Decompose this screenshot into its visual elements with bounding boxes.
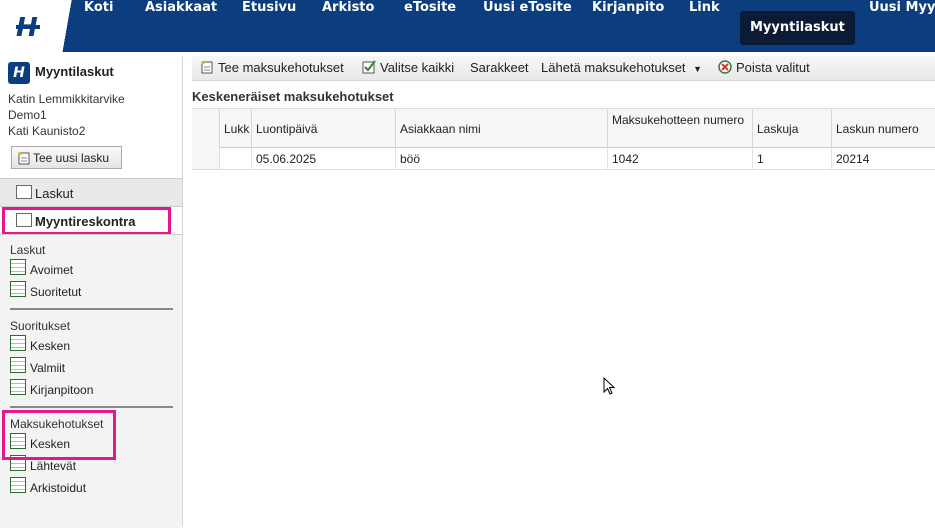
cell-laskuja: 1 — [752, 147, 832, 169]
sidebar-item-label: Kesken — [30, 339, 71, 353]
highlight-box-maksukehotukset — [2, 410, 116, 460]
sidebar-item-label: Lähtevät — [30, 459, 77, 473]
user-name: Kati Kaunisto2 — [8, 124, 86, 138]
cell-value: 1 — [757, 152, 764, 166]
column-header-laskuja[interactable]: Laskuja — [752, 109, 832, 147]
column-header-label: Laskun numero — [836, 122, 919, 136]
delete-selected-button[interactable]: Poista valitut — [718, 60, 810, 75]
tab-list-icon — [16, 185, 32, 199]
create-payment-reminders-button[interactable]: Tee maksukehotukset — [200, 60, 344, 75]
column-header-label: Maksukehotteen numero — [612, 113, 745, 127]
top-navigation-bar: H Koti Asiakkaat Etusivu Arkisto eTosite… — [0, 0, 935, 52]
column-header-label: Laskuja — [757, 122, 799, 136]
tab-content-panel: Laskut Avoimet Suoritetut Suoritukset Ke… — [0, 234, 182, 528]
cell-maksukehotteen-numero: 1042 — [607, 147, 753, 169]
cell-luontipaiva: 05.06.2025 — [251, 147, 396, 169]
tab-laskut[interactable]: Laskut — [0, 178, 182, 207]
page-title: Keskeneräiset maksukehotukset — [192, 89, 394, 104]
nav-item-etosite[interactable]: eTosite — [404, 0, 456, 52]
h-logo-icon: H — [8, 62, 30, 84]
section-title-suoritukset: Suoritukset — [10, 319, 71, 333]
column-header-label: Luontipäivä — [256, 122, 318, 136]
table-row[interactable]: 05.06.2025 böö 1042 1 20214 — [192, 147, 935, 170]
cell-lukk — [219, 147, 252, 169]
cell-laskun-numero: 20214 — [831, 147, 935, 169]
action-toolbar: Tee maksukehotukset Valitse kaikki Sarak… — [192, 56, 935, 81]
column-header-lukk[interactable]: Lukk — [219, 109, 252, 147]
nav-item-koti[interactable]: Koti — [84, 0, 113, 52]
new-document-icon — [18, 152, 30, 165]
column-header-luontipaiva[interactable]: Luontipäivä — [251, 109, 396, 147]
column-header-asiakkaan-nimi[interactable]: Asiakkaan nimi — [395, 109, 608, 147]
cell-value: 05.06.2025 — [256, 152, 317, 166]
app-logo[interactable]: H — [0, 0, 62, 52]
sidebar-item-label: Avoimet — [30, 263, 74, 277]
column-header-maksukehotteen-numero[interactable]: Maksukehotteen numero — [607, 109, 753, 147]
send-label: Lähetä maksukehotukset — [541, 60, 686, 75]
column-header-label: Lukk — [224, 122, 250, 136]
create-label: Tee maksukehotukset — [218, 60, 344, 75]
mouse-cursor-icon — [603, 377, 615, 395]
highlight-box-tab — [2, 207, 171, 235]
sidebar-item-label: Kirjanpitoon — [30, 383, 94, 397]
cell-value: böö — [400, 152, 421, 166]
nav-item-myyntilaskut[interactable]: Myyntilaskut — [740, 11, 855, 45]
company-name: Katin Lemmikkitarvike — [8, 92, 125, 106]
delete-label: Poista valitut — [736, 60, 810, 75]
left-sidebar: H Myyntilaskut Katin Lemmikkitarvike Dem… — [0, 56, 183, 528]
checkbox-icon — [362, 60, 376, 74]
company-subname: Demo1 — [8, 108, 47, 122]
sidebar-item-label: Arkistoidut — [30, 481, 87, 495]
section-title-laskut: Laskut — [10, 243, 46, 257]
sidebar-title: Myyntilaskut — [35, 64, 114, 79]
sidebar-item-label: Suoritetut — [30, 285, 82, 299]
table-icon — [10, 259, 26, 275]
new-invoice-label: Tee uusi lasku — [33, 151, 110, 165]
table-icon — [10, 379, 26, 395]
nav-item-kirjanpito[interactable]: Kirjanpito — [592, 0, 664, 52]
cell-value: 1042 — [612, 152, 639, 166]
columns-label: Sarakkeet — [470, 60, 529, 75]
row-selector-header[interactable] — [192, 109, 219, 147]
h-logo-icon: H — [16, 13, 40, 43]
select-all-label: Valitse kaikki — [380, 60, 455, 75]
delete-icon — [718, 60, 732, 74]
cell-asiakkaan-nimi: böö — [395, 147, 608, 169]
new-invoice-button[interactable]: Tee uusi lasku — [11, 146, 122, 169]
table-icon — [10, 477, 26, 493]
column-header-label: Asiakkaan nimi — [400, 122, 481, 136]
nav-item-link[interactable]: Link — [689, 0, 720, 52]
nav-item-uusi-etosite[interactable]: Uusi eTosite — [483, 0, 572, 52]
divider — [10, 308, 173, 310]
select-all-button[interactable]: Valitse kaikki — [362, 60, 454, 75]
nav-item-arkisto[interactable]: Arkisto — [322, 0, 374, 52]
nav-item-uusi-myyntilaskut[interactable]: Uusi Myyntilaskut — [869, 0, 935, 52]
table-icon — [10, 335, 26, 351]
table-icon — [10, 357, 26, 373]
row-selector[interactable] — [192, 147, 219, 169]
nav-item-etusivu[interactable]: Etusivu — [242, 0, 296, 52]
columns-button[interactable]: Sarakkeet — [470, 60, 529, 75]
divider — [10, 406, 173, 408]
table-icon — [10, 281, 26, 297]
logo-divider — [60, 0, 80, 52]
table-header: Lukk Luontipäivä Asiakkaan nimi Maksukeh… — [192, 108, 935, 148]
cell-value: 20214 — [836, 152, 870, 166]
new-document-icon — [201, 61, 213, 74]
sidebar-item-label: Valmiit — [30, 361, 66, 375]
tab-laskut-label: Laskut — [35, 186, 74, 201]
send-reminders-dropdown[interactable]: Lähetä maksukehotukset ▼ — [541, 60, 702, 75]
column-header-laskun-numero[interactable]: Laskun numero — [831, 109, 935, 147]
nav-item-asiakkaat[interactable]: Asiakkaat — [145, 0, 217, 52]
chevron-down-icon: ▼ — [693, 64, 703, 74]
